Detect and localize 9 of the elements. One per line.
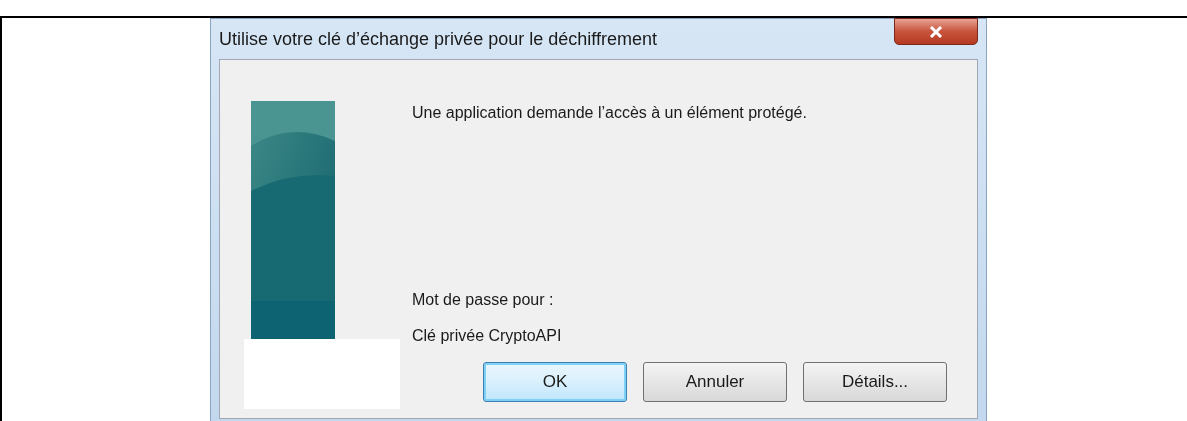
dialog-button[interactable]: Annuler bbox=[643, 362, 787, 402]
password-label: Mot de passe pour : bbox=[412, 290, 555, 310]
window-title: Utilise votre clé d’échange privée pour le déchiffrement bbox=[219, 27, 657, 51]
key-name: Clé privée CryptoAPI bbox=[412, 326, 563, 346]
message-text: Une application demande l’accès à un élément protégé. bbox=[412, 103, 808, 123]
dialog-button[interactable]: Détails... bbox=[803, 362, 947, 402]
close-icon bbox=[929, 25, 943, 38]
default-button[interactable]: OK bbox=[483, 362, 627, 402]
close-button[interactable] bbox=[894, 18, 978, 45]
